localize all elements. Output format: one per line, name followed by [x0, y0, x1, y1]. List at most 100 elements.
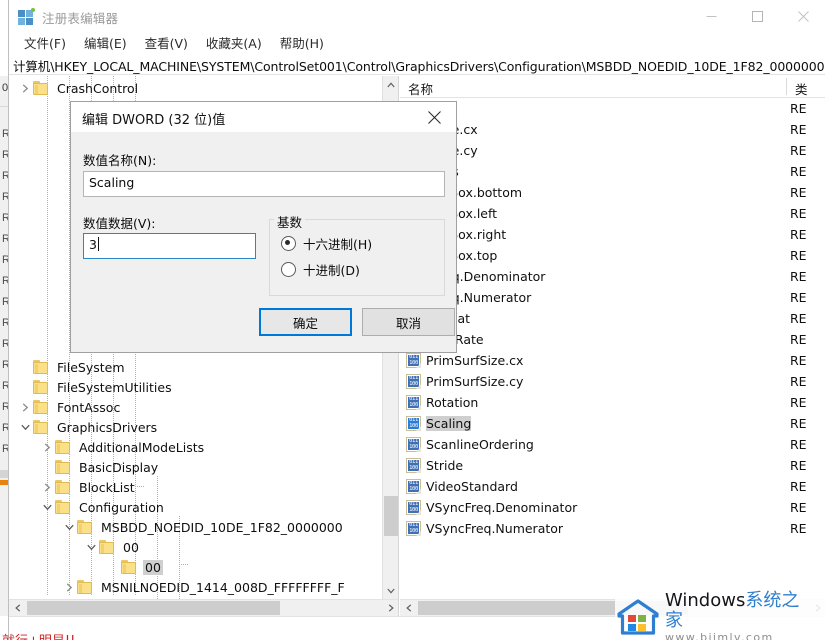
dword-value-icon: 011100 [406, 416, 421, 431]
column-header-name[interactable]: 名称 [408, 79, 433, 98]
tree-item-label: FileSystemUtilities [57, 379, 172, 395]
cancel-button[interactable]: 取消 [362, 308, 455, 336]
registry-value-row[interactable]: 011 100 Stride RE [400, 455, 825, 476]
registry-value-row[interactable]: 011100cFreq.NumeratorRE [400, 287, 825, 308]
tree-item-msbdd-noedid-10de-1f82-0000000[interactable]: MSBDD_NOEDID_10DE_1F82_0000000 [61, 517, 345, 537]
registry-value-row[interactable]: 011100ClipBox.leftRE [400, 203, 825, 224]
chevron-right-icon[interactable] [61, 579, 77, 595]
dialog-close-button[interactable] [413, 102, 456, 132]
address-bar[interactable]: 计算机\HKEY_LOCAL_MACHINE\SYSTEM\ControlSet… [9, 54, 825, 75]
tree-item-crashcontrol[interactable]: CrashControl [17, 78, 140, 98]
chevron-down-icon[interactable] [17, 419, 33, 435]
folder-icon [121, 560, 138, 574]
dword-value-icon: 011100 [406, 395, 421, 410]
ok-button[interactable]: 确定 [259, 308, 352, 336]
registry-value-type: RE [790, 227, 807, 242]
tree-item-additionalmodelists[interactable]: AdditionalModeLists [39, 437, 206, 457]
list-column-headers[interactable]: 名称 类 [400, 76, 825, 98]
folder-icon [33, 380, 50, 394]
scroll-left-icon[interactable] [9, 600, 26, 616]
registry-value-row[interactable]: 011100)RE [400, 98, 825, 119]
minimize-button[interactable] [688, 0, 734, 33]
registry-value-row[interactable]: 011100BasisRE [400, 161, 825, 182]
column-header-type[interactable]: 类 [795, 79, 808, 98]
radio-decimal-icon[interactable] [281, 262, 296, 277]
window-controls [688, 0, 825, 33]
menu-item-1[interactable]: 编辑(E) [75, 31, 136, 54]
column-separator[interactable] [786, 78, 787, 95]
registry-value-row[interactable]: 011100FormatRE [400, 308, 825, 329]
menu-item-0[interactable]: 文件(F) [15, 31, 75, 54]
registry-value-type: RE [790, 122, 807, 137]
watermark-brand-line: Windows系统之家 [665, 590, 817, 631]
registry-value-row[interactable]: 011100PixelRateRE [400, 329, 825, 350]
chevron-right-icon[interactable] [17, 80, 33, 96]
radio-hexadecimal-icon[interactable] [281, 236, 296, 251]
close-button[interactable] [780, 0, 825, 33]
chevron-right-icon[interactable] [17, 399, 33, 415]
registry-value-row[interactable]: 011100ClipBox.topRE [400, 245, 825, 266]
value-name-input[interactable]: Scaling [83, 171, 445, 197]
tree-horizontal-scrollbar[interactable] [9, 599, 398, 616]
registry-value-name: Scaling [426, 416, 472, 431]
tree-item-basicdisplay[interactable]: BasicDisplay [39, 457, 160, 477]
maximize-button[interactable] [734, 0, 780, 33]
chevron-right-icon[interactable] [39, 479, 55, 495]
tree-item-msnilnoedid-1414-008d-ffffffff-f[interactable]: MSNILNOEDID_1414_008D_FFFFFFFF_F [61, 577, 347, 597]
menu-bar: 文件(F) 编辑(E) 查看(V) 收藏夹(A) 帮助(H) [9, 31, 825, 53]
registry-value-row[interactable]: 011 100 ScanlineOrdering RE [400, 434, 825, 455]
value-data-input[interactable]: 3 [83, 233, 256, 259]
registry-value-type: RE [790, 395, 807, 410]
registry-value-type: RE [790, 332, 807, 347]
tree-item-blocklist[interactable]: BlockList [39, 477, 137, 497]
registry-value-row[interactable]: 011 100 Scaling RE [400, 413, 825, 434]
scroll-down-icon[interactable] [383, 582, 398, 599]
value-data-text: 3 [89, 237, 97, 252]
windows-house-logo-icon [617, 599, 659, 635]
tree-item-graphicsdrivers[interactable]: GraphicsDrivers [17, 417, 159, 437]
menu-item-4[interactable]: 帮助(H) [271, 31, 333, 54]
chevron-down-icon[interactable] [61, 519, 77, 535]
chevron-right-icon[interactable] [39, 439, 55, 455]
tree-item-label: CrashControl [57, 80, 139, 96]
scroll-up-icon[interactable] [383, 76, 398, 93]
tree-item-00[interactable]: 00 [105, 557, 163, 577]
registry-value-type: RE [790, 185, 807, 200]
tree-item-filesystemutilities[interactable]: FileSystemUtilities [17, 377, 174, 397]
menu-item-3[interactable]: 收藏夹(A) [197, 31, 271, 54]
registry-value-row[interactable]: 011100eSize.cyRE [400, 140, 825, 161]
tree-item-00[interactable]: 00 [83, 537, 141, 557]
registry-value-row[interactable]: 011 100 VideoStandard RE [400, 476, 825, 497]
menu-item-2[interactable]: 查看(V) [136, 31, 197, 54]
radio-decimal[interactable]: 十进制(D) [281, 260, 360, 279]
registry-value-name: PrimSurfSize.cy [426, 374, 524, 389]
dialog-body: 数值名称(N): Scaling 数值数据(V): 3 基数 十六进制(H) 十… [71, 132, 456, 352]
tree-scrollbar-thumb[interactable] [384, 496, 398, 536]
registry-values-list[interactable]: 011100)RE011100eSize.cxRE011100eSize.cyR… [400, 98, 825, 593]
registry-value-row[interactable]: 011100ClipBox.bottomRE [400, 182, 825, 203]
registry-value-row[interactable]: 011 100 VSyncFreq.Numerator RE [400, 518, 825, 539]
tree-item-filesystem[interactable]: FileSystem [17, 357, 127, 377]
registry-value-row[interactable]: 011 100 Rotation RE [400, 392, 825, 413]
tree-item-fontassoc[interactable]: FontAssoc [17, 397, 122, 417]
registry-value-row[interactable]: 011100eSize.cxRE [400, 119, 825, 140]
registry-value-name: VSyncFreq.Numerator [426, 521, 564, 536]
chevron-down-icon[interactable] [39, 499, 55, 515]
tree-hscroll-thumb[interactable] [27, 601, 280, 615]
list-scroll-left-icon[interactable] [400, 600, 417, 616]
registry-value-row[interactable]: 011 100 PrimSurfSize.cx RE [400, 350, 825, 371]
chevron-down-icon[interactable] [83, 539, 99, 555]
folder-icon [55, 460, 72, 474]
registry-values-pane[interactable]: 名称 类 011100)RE011100eSize.cxRE011100eSiz… [400, 76, 825, 616]
registry-value-row[interactable]: 011 100 PrimSurfSize.cy RE [400, 371, 825, 392]
radio-hexadecimal[interactable]: 十六进制(H) [281, 234, 372, 253]
registry-value-type: RE [790, 500, 807, 515]
registry-value-row[interactable]: 011100cFreq.DenominatorRE [400, 266, 825, 287]
tree-item-configuration[interactable]: Configuration [39, 497, 166, 517]
registry-value-row[interactable]: 011100ClipBox.rightRE [400, 224, 825, 245]
registry-value-type: RE [790, 311, 807, 326]
scroll-right-icon[interactable] [382, 600, 398, 616]
folder-icon [33, 420, 50, 434]
registry-value-row[interactable]: 011 100 VSyncFreq.Denominator RE [400, 497, 825, 518]
folder-icon [55, 500, 72, 514]
